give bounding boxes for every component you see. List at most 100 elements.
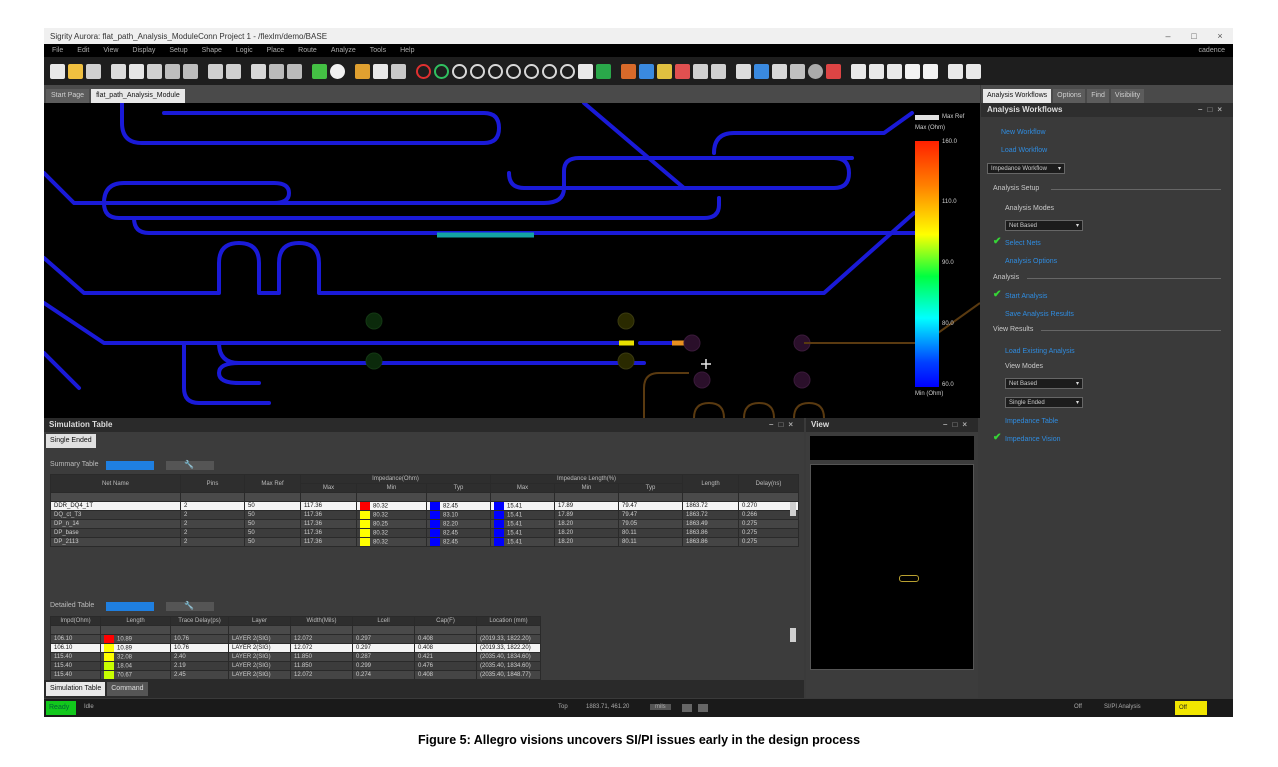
- menu-analyze[interactable]: Analyze: [331, 47, 356, 54]
- column-header[interactable]: Length: [682, 474, 740, 493]
- filter-cell[interactable]: [50, 625, 101, 635]
- print-icon[interactable]: [948, 63, 963, 79]
- color-icon[interactable]: [621, 63, 636, 79]
- detailed-settings-button[interactable]: 🔧: [166, 601, 214, 611]
- menu-file[interactable]: File: [52, 47, 63, 54]
- window-icon[interactable]: [869, 63, 884, 79]
- filter-cell[interactable]: [170, 625, 229, 635]
- table-row[interactable]: 115.40 32.08 2.40 LAYER 2(SIG) 11.850 0.287 0.…: [50, 652, 541, 662]
- view-icon[interactable]: [736, 63, 751, 79]
- start-analysis-link[interactable]: Start Analysis: [1005, 293, 1047, 300]
- brush-icon[interactable]: [355, 63, 370, 79]
- summary-scrollbar[interactable]: [790, 502, 796, 516]
- menu-shape[interactable]: Shape: [202, 47, 222, 54]
- column-header[interactable]: Impd(Ohm): [50, 616, 101, 626]
- layers-icon[interactable]: [596, 63, 611, 79]
- new-workflow-link[interactable]: New Workflow: [1001, 129, 1046, 136]
- status-units[interactable]: mils: [650, 704, 671, 710]
- close-button[interactable]: ×: [1207, 28, 1233, 44]
- menu-logic[interactable]: Logic: [236, 47, 253, 54]
- grid-icon[interactable]: [269, 63, 284, 79]
- filter-cell[interactable]: [425, 492, 492, 502]
- filter-cell[interactable]: [244, 492, 301, 502]
- target-icon[interactable]: [808, 63, 823, 79]
- load-existing-analysis-link[interactable]: Load Existing Analysis: [1005, 348, 1075, 355]
- table-row[interactable]: 115.40 18.04 2.19 LAYER 2(SIG) 11.850 0.299 0.…: [50, 661, 541, 671]
- table-row[interactable]: DDR_DQ4_1T 2 50 117.36 80.32 82.45 15.41 17.89 7…: [50, 501, 800, 511]
- snap-icon[interactable]: [287, 63, 302, 79]
- column-header[interactable]: Min: [554, 483, 620, 493]
- measure-icon[interactable]: [391, 63, 406, 79]
- menu-edit[interactable]: Edit: [77, 47, 89, 54]
- analysis-mode-select[interactable]: Net Based: [1005, 220, 1083, 231]
- table-row[interactable]: DP_n_14 2 50 117.36 80.25 82.20 15.41 18.20 79.0…: [50, 519, 800, 529]
- column-header[interactable]: Layer: [228, 616, 291, 626]
- column-header[interactable]: Typ: [618, 483, 684, 493]
- filter-cell[interactable]: [490, 492, 556, 502]
- tab-visibility[interactable]: Visibility: [1110, 89, 1145, 103]
- analysis-options-link[interactable]: Analysis Options: [1005, 258, 1057, 265]
- go-icon[interactable]: [434, 63, 449, 79]
- load-workflow-link[interactable]: Load Workflow: [1001, 147, 1047, 154]
- filter-cell[interactable]: [356, 492, 427, 502]
- filter-cell[interactable]: [180, 492, 245, 502]
- palette-icon[interactable]: [657, 63, 672, 79]
- column-header[interactable]: Net Name: [50, 474, 181, 493]
- column-header[interactable]: Width(Mils): [290, 616, 353, 626]
- view-mode-select[interactable]: Net Based: [1005, 378, 1083, 389]
- menu-display[interactable]: Display: [132, 47, 155, 54]
- menu-view[interactable]: View: [103, 47, 118, 54]
- highlight-icon[interactable]: [373, 63, 388, 79]
- detailed-export-button[interactable]: [106, 602, 154, 611]
- tab-start-page[interactable]: Start Page: [46, 89, 90, 103]
- filter-cell[interactable]: [300, 492, 357, 502]
- menu-tools[interactable]: Tools: [370, 47, 386, 54]
- filter-cell[interactable]: [476, 625, 541, 635]
- settings-icon[interactable]: [790, 63, 805, 79]
- undo-icon[interactable]: [165, 63, 180, 79]
- tab-analysis-module[interactable]: flat_path_Analysis_Module: [91, 89, 185, 103]
- table-row[interactable]: DQ_ct_T3 2 50 117.36 80.32 83.10 15.41 17.89 79.…: [50, 510, 800, 520]
- filter-cell[interactable]: [618, 492, 684, 502]
- tab-options[interactable]: Options: [1053, 89, 1086, 103]
- net-icon[interactable]: [754, 63, 769, 79]
- filter-cell[interactable]: [682, 492, 740, 502]
- refresh-icon[interactable]: [578, 63, 593, 79]
- filter-row[interactable]: [50, 625, 541, 635]
- column-header[interactable]: Min: [356, 483, 427, 493]
- flag-icon[interactable]: [826, 63, 841, 79]
- find-icon[interactable]: [887, 63, 902, 79]
- zoom-fit-icon[interactable]: [488, 63, 503, 79]
- detailed-scrollbar[interactable]: [790, 628, 796, 642]
- table-row[interactable]: 106.10 10.89 10.76 LAYER 2(SIG) 12.072 0.297 0…: [50, 634, 541, 644]
- minimize-button[interactable]: –: [1155, 28, 1181, 44]
- column-header[interactable]: Lcell: [352, 616, 415, 626]
- folder-icon[interactable]: [68, 63, 83, 79]
- shape-icon[interactable]: [312, 63, 327, 79]
- camera-icon[interactable]: [966, 63, 981, 79]
- panel-controls[interactable]: –□×: [943, 418, 972, 432]
- pin-icon[interactable]: [208, 63, 223, 79]
- summary-export-button[interactable]: [106, 461, 154, 470]
- panel-icon[interactable]: [905, 63, 920, 79]
- open-icon[interactable]: [50, 63, 65, 79]
- filter-cell[interactable]: [228, 625, 291, 635]
- shapes-icon[interactable]: [639, 63, 654, 79]
- view-submode-select[interactable]: Single Ended: [1005, 397, 1083, 408]
- search-icon[interactable]: [851, 63, 866, 79]
- delete-icon[interactable]: [147, 63, 162, 79]
- filter-cell[interactable]: [50, 492, 181, 502]
- tab-single-ended[interactable]: Single Ended: [46, 434, 96, 448]
- tab-analysis-workflows[interactable]: Analysis Workflows: [983, 89, 1052, 103]
- panel-controls[interactable]: –□×: [1198, 103, 1227, 117]
- column-header[interactable]: Length: [100, 616, 171, 626]
- column-header[interactable]: Max: [490, 483, 556, 493]
- column-header[interactable]: Delay(ns): [738, 474, 800, 493]
- filter-cell[interactable]: [290, 625, 353, 635]
- column-header[interactable]: Typ: [425, 483, 492, 493]
- workflow-select[interactable]: Impedance Workflow: [987, 163, 1065, 174]
- table-row[interactable]: DP_base 2 50 117.36 80.32 82.45 15.41 18.20 80.1…: [50, 528, 800, 538]
- save-icon[interactable]: [86, 63, 101, 79]
- redo-icon[interactable]: [183, 63, 198, 79]
- filter-row[interactable]: [50, 492, 800, 502]
